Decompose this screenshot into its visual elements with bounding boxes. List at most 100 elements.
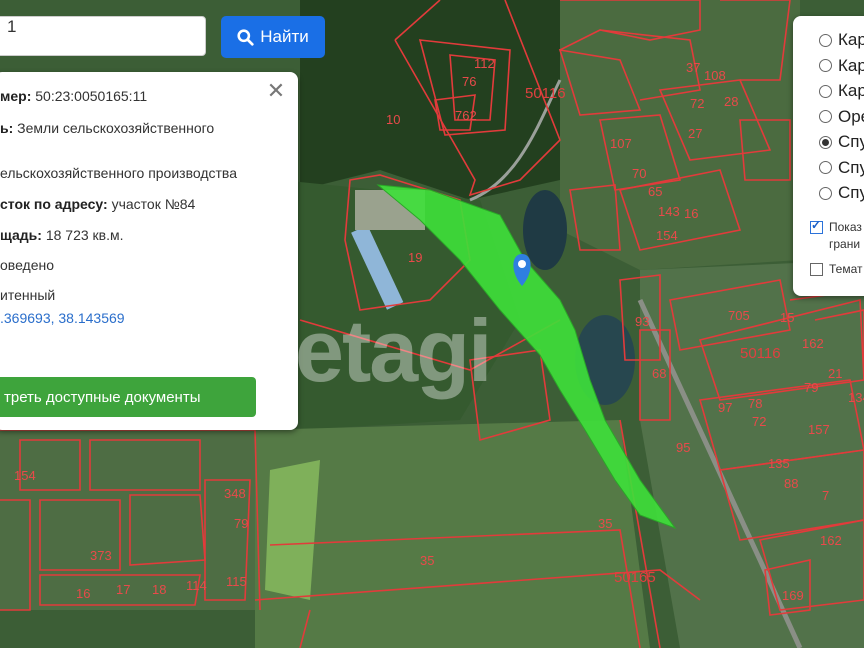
parcel-number-label: 157 <box>808 422 830 437</box>
parcel-number-label: 154 <box>14 468 36 483</box>
watermark: etagi <box>295 301 492 400</box>
basemap-option-label: Спут <box>838 183 864 202</box>
basemap-option[interactable]: Спут <box>819 132 864 152</box>
parcel-number-label: 135 <box>768 456 790 471</box>
checkbox[interactable] <box>810 263 823 276</box>
info-row-key: ь: <box>0 120 18 136</box>
info-row-value: 18 723 кв.м. <box>45 227 124 243</box>
info-row: сток по адресу: участок №84 <box>0 196 195 212</box>
info-row-value: 50:23:0050165:11 <box>35 88 148 104</box>
parcel-number-label: 76 <box>462 74 476 89</box>
info-row-key: мер: <box>0 88 36 104</box>
parcel-number-label: 37 <box>686 60 700 75</box>
basemap-option[interactable]: Оре <box>819 107 864 127</box>
parcel-number-label: 50165 <box>614 569 656 586</box>
parcel-number-label: 16 <box>684 206 698 221</box>
radio-button[interactable] <box>819 161 832 174</box>
overlay-option[interactable]: Показграни <box>810 218 862 253</box>
map-layers-panel: Кар Кар Кар Оре Спут Спут Спут Показграни Темат <box>793 16 864 296</box>
parcel-number-label: 373 <box>90 548 112 563</box>
info-row-value: Земли сельскохозяйственного <box>17 120 215 136</box>
radio-button[interactable] <box>819 186 832 200</box>
overlay-option[interactable]: Темат <box>810 261 863 278</box>
overlay-option-label: Показ грани <box>829 220 862 251</box>
parcel-number-label: 93 <box>635 314 649 329</box>
parcel-number-label: 65 <box>648 184 662 199</box>
parcel-number-label: 17 <box>116 582 130 597</box>
parcel-number-label: 19 <box>408 250 422 265</box>
parcel-number-label: 79 <box>804 380 818 395</box>
parcel-number-label: 70 <box>632 166 646 181</box>
view-documents-button[interactable]: треть доступные документы <box>0 377 256 417</box>
info-row-value: ельскохозяйственного производства <box>0 165 237 181</box>
parcel-number-label: 10 <box>386 112 400 127</box>
radio-button[interactable] <box>819 59 832 72</box>
radio-button[interactable] <box>819 135 832 149</box>
parcel-number-label: 162 <box>802 336 824 351</box>
parcel-number-label: 78 <box>748 396 762 411</box>
cadastral-search-input[interactable]: 1 <box>0 16 206 56</box>
parcel-number-label: 15 <box>780 310 794 325</box>
parcel-number-label: 108 <box>704 68 726 83</box>
parcel-number-label: 88 <box>784 476 798 491</box>
parcel-number-label: 68 <box>652 366 666 381</box>
close-icon[interactable]: ✕ <box>265 80 287 102</box>
basemap-option[interactable]: Кар <box>819 56 864 76</box>
parcel-number-label: 112 <box>474 56 495 71</box>
parcel-number-label: 16 <box>76 586 90 601</box>
parcel-number-label: 107 <box>610 136 632 151</box>
parcel-number-label: 115 <box>226 574 247 589</box>
parcel-number-label: 35 <box>420 553 434 568</box>
radio-button[interactable] <box>819 84 832 98</box>
info-row: ь: Земли сельскохозяйственного <box>0 120 214 136</box>
info-row: щадь: 18 723 кв.м. <box>0 227 124 243</box>
info-row: оведено <box>0 257 54 273</box>
parcel-number-label: 21 <box>828 366 842 381</box>
parcel-number-label: 134 <box>848 390 864 405</box>
basemap-option-label: Спут <box>838 132 864 151</box>
parcel-number-label: 72 <box>752 414 766 429</box>
basemap-option[interactable]: Спут <box>819 158 864 178</box>
info-row-value: итенный <box>0 287 56 303</box>
radio-button[interactable] <box>819 33 832 47</box>
parcel-number-label: 97 <box>718 400 732 415</box>
basemap-option[interactable]: Кар <box>819 30 864 50</box>
overlay-option-label: Темат <box>829 262 863 276</box>
info-row-key: щадь: <box>0 227 46 243</box>
info-row: мер: 50:23:0050165:11 <box>0 88 147 104</box>
parcel-number-label: 7 <box>822 488 829 503</box>
parcel-number-label: 79 <box>234 516 248 531</box>
parcel-number-label: 169 <box>782 588 804 603</box>
radio-button[interactable] <box>819 110 832 123</box>
parcel-number-label: 348 <box>224 486 246 501</box>
search-icon <box>237 28 254 46</box>
basemap-option-label: Оре <box>838 106 864 126</box>
basemap-option-label: Кар <box>838 81 864 100</box>
coordinates-link[interactable]: .369693, 38.143569 <box>0 310 125 326</box>
parcel-number-label: 50116 <box>525 85 566 102</box>
basemap-option-label: Кар <box>838 30 864 49</box>
parcel-number-label: 95 <box>676 440 690 455</box>
parcel-number-label: 143 <box>658 204 680 219</box>
parcel-number-label: 162 <box>820 533 842 548</box>
search-button-label: Найти <box>260 27 309 46</box>
basemap-option[interactable]: Кар <box>819 81 864 101</box>
parcel-number-label: 154 <box>656 228 678 243</box>
basemap-option[interactable]: Спут <box>819 183 864 203</box>
info-row: итенный <box>0 287 55 303</box>
parcel-number-label: 114 <box>186 578 207 593</box>
info-row: ельскохозяйственного производства <box>0 165 237 181</box>
parcel-number-label: 35 <box>598 516 612 531</box>
parcel-number-label: 28 <box>724 94 738 109</box>
parcel-number-label: 18 <box>152 582 166 597</box>
basemap-option-label: Спут <box>838 157 864 177</box>
basemap-option-label: Кар <box>838 55 864 75</box>
parcel-number-label: 762 <box>455 108 477 123</box>
parcel-number-label: 705 <box>728 308 750 323</box>
parcel-number-label: 27 <box>688 126 702 141</box>
parcel-number-label: 72 <box>690 96 704 111</box>
checkbox[interactable] <box>810 218 823 234</box>
search-button[interactable]: Найти <box>221 16 325 58</box>
info-row-value: оведено <box>0 257 55 273</box>
view-documents-label: треть доступные документы <box>4 388 201 406</box>
